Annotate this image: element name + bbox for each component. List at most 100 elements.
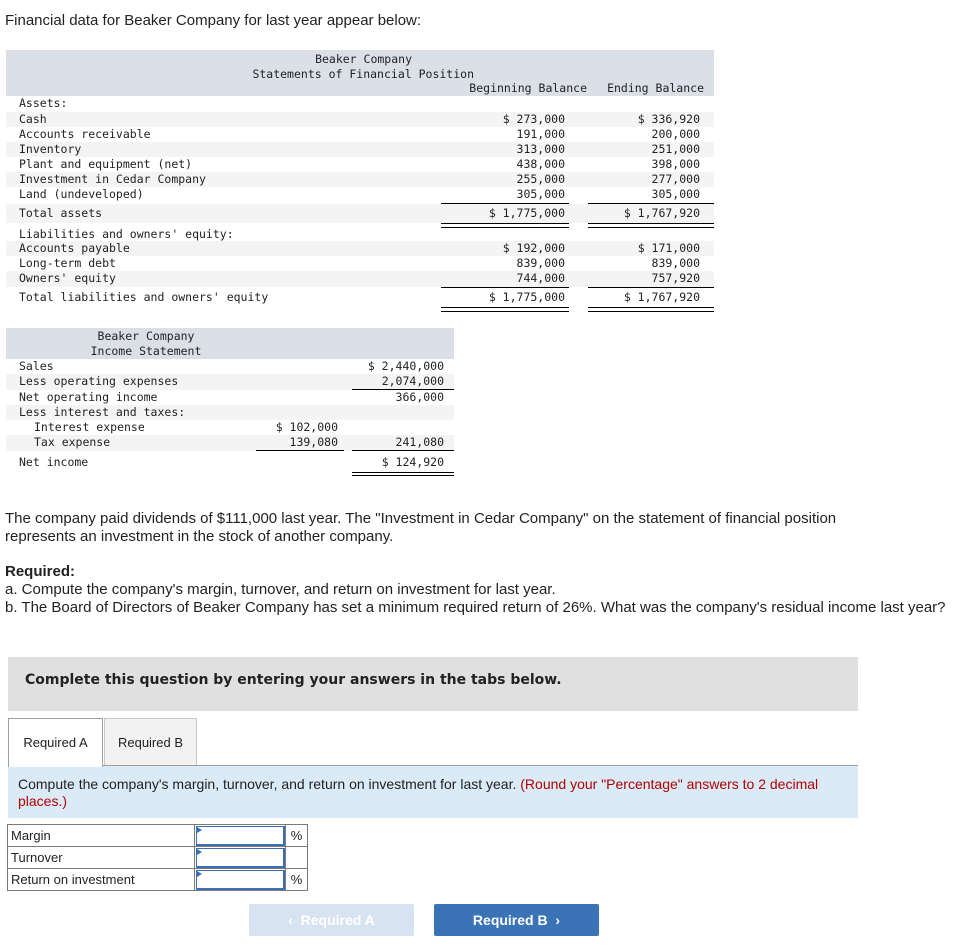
answer-row-turnover: Turnover — [7, 846, 308, 869]
company-name: Beaker Company — [315, 52, 412, 66]
table-row: Interest expense $ 102,000 — [6, 420, 454, 435]
unit-label: % — [285, 824, 308, 847]
begin-value: 313,000 — [516, 142, 565, 156]
end-value: 757,920 — [651, 271, 700, 285]
input-flag-icon — [197, 827, 202, 833]
chevron-left-icon: ‹ — [288, 912, 301, 928]
prev-label: Required A — [300, 912, 375, 928]
dividends-paragraph: The company paid dividends of $111,000 l… — [5, 510, 837, 545]
double-underline — [441, 307, 569, 312]
row-label: Interest expense — [34, 420, 145, 434]
row-label: Net income — [19, 455, 89, 469]
row-label: Land (undeveloped) — [19, 187, 144, 201]
begin-value: 839,000 — [516, 256, 565, 270]
row-label: Less interest and taxes: — [19, 405, 186, 419]
end-value: 200,000 — [651, 127, 700, 141]
input-cell — [194, 824, 286, 847]
tab-required-b[interactable]: Required B — [104, 718, 197, 766]
unit-label — [285, 846, 308, 869]
prev-button[interactable]: ‹ Required A — [249, 904, 414, 936]
input-flag-icon — [197, 871, 202, 877]
row-label: Less operating expenses — [19, 374, 179, 388]
end-value: 277,000 — [651, 172, 700, 186]
required-b-text: b. The Board of Directors of Beaker Comp… — [5, 599, 946, 616]
end-value: $ 1,767,920 — [623, 206, 700, 220]
input-cell — [194, 868, 286, 891]
table-row: Net operating income 366,000 — [6, 390, 454, 405]
col2-value: 2,074,000 — [381, 374, 444, 388]
tab-required-a[interactable]: Required A — [8, 718, 103, 767]
balance-sheet-header: Beaker Company Statements of Financial P… — [6, 50, 714, 96]
answer-table: Margin % Turnover Return on investment % — [7, 824, 308, 891]
next-label: Required B — [472, 912, 548, 928]
begin-value: 305,000 — [516, 187, 565, 201]
table-row: Accounts receivable 191,000 200,000 — [6, 127, 714, 142]
table-row: Tax expense 139,080 241,080 — [6, 435, 454, 451]
instruction-text: Compute the company's margin, turnover, … — [18, 776, 517, 792]
table-row: Accounts payable $ 192,000 $ 171,000 — [6, 241, 714, 256]
begin-value: 438,000 — [516, 157, 565, 171]
begin-value: $ 192,000 — [502, 241, 565, 255]
row-label: Total liabilities and owners' equity — [19, 290, 269, 304]
end-value: 251,000 — [651, 142, 700, 156]
row-label: Plant and equipment (net) — [19, 157, 193, 171]
begin-value: 744,000 — [516, 271, 565, 285]
col2-value: 366,000 — [395, 390, 444, 404]
begin-value: $ 1,775,000 — [488, 206, 565, 220]
table-row: Investment in Cedar Company 255,000 277,00… — [6, 172, 714, 187]
margin-input[interactable] — [196, 826, 285, 846]
input-cell — [194, 846, 286, 869]
col2-value: 241,080 — [395, 435, 444, 449]
answer-row-roi: Return on investment % — [7, 868, 308, 891]
double-underline — [352, 472, 454, 476]
underline — [256, 450, 344, 451]
income-statement-header: Beaker Company Income Statement — [6, 328, 454, 359]
answer-row-margin: Margin % — [7, 824, 308, 847]
row-label: Inventory — [19, 142, 82, 156]
liabilities-heading-row: Liabilities and owners' equity: — [6, 223, 714, 241]
total-liabilities-row: Total liabilities and owners' equity $ 1,… — [6, 288, 714, 312]
income-statement: Beaker Company Income Statement Sales $ 2… — [6, 328, 454, 476]
table-row: Cash $ 273,000 $ 336,920 — [6, 112, 714, 127]
table-row: Inventory 313,000 251,000 — [6, 142, 714, 157]
row-label: Long-term debt — [19, 256, 116, 270]
row-label: Assets: — [19, 96, 68, 110]
answer-label: Turnover — [7, 846, 195, 869]
row-label: Sales — [19, 359, 54, 373]
table-row: Less operating expenses 2,074,000 — [6, 374, 454, 390]
table-row: Long-term debt 839,000 839,000 — [6, 256, 714, 271]
end-value: 305,000 — [651, 187, 700, 201]
net-income-row: Net income $ 124,920 — [6, 452, 454, 476]
end-value: $ 336,920 — [637, 112, 700, 126]
end-value: $ 171,000 — [637, 241, 700, 255]
col-ending-balance: Ending Balance — [607, 81, 704, 95]
col1-value: $ 102,000 — [275, 420, 338, 434]
tab-instructions: Compute the company's margin, turnover, … — [8, 766, 858, 818]
roi-input[interactable] — [196, 870, 285, 890]
row-label: Investment in Cedar Company — [19, 172, 206, 186]
table-row: Sales $ 2,440,000 — [6, 359, 454, 374]
answer-label: Margin — [7, 824, 195, 847]
double-underline — [588, 307, 714, 312]
answer-label: Return on investment — [7, 868, 195, 891]
turnover-input[interactable] — [196, 848, 285, 868]
required-heading: Required: — [5, 563, 76, 580]
table-row: Land (undeveloped) 305,000 305,000 — [6, 187, 714, 204]
row-label: Owners' equity — [19, 271, 116, 285]
next-button[interactable]: Required B › — [434, 904, 599, 936]
row-label: Accounts payable — [19, 241, 130, 255]
intro-text: Financial data for Beaker Company for la… — [5, 12, 422, 29]
row-label: Tax expense — [34, 435, 111, 449]
statement-title: Statements of Financial Position — [252, 67, 474, 81]
col1-value: 139,080 — [289, 435, 338, 449]
table-row: Plant and equipment (net) 438,000 398,000 — [6, 157, 714, 172]
underline — [352, 450, 454, 451]
banner-text: Complete this question by entering your … — [25, 672, 562, 688]
company-name: Beaker Company — [97, 329, 195, 343]
row-label: Cash — [19, 112, 47, 126]
end-value: 398,000 — [651, 157, 700, 171]
row-label: Net operating income — [19, 390, 158, 404]
instruction-banner: Complete this question by entering your … — [8, 657, 858, 711]
total-assets-row: Total assets $ 1,775,000 $ 1,767,920 — [6, 204, 714, 228]
begin-value: $ 273,000 — [502, 112, 565, 126]
